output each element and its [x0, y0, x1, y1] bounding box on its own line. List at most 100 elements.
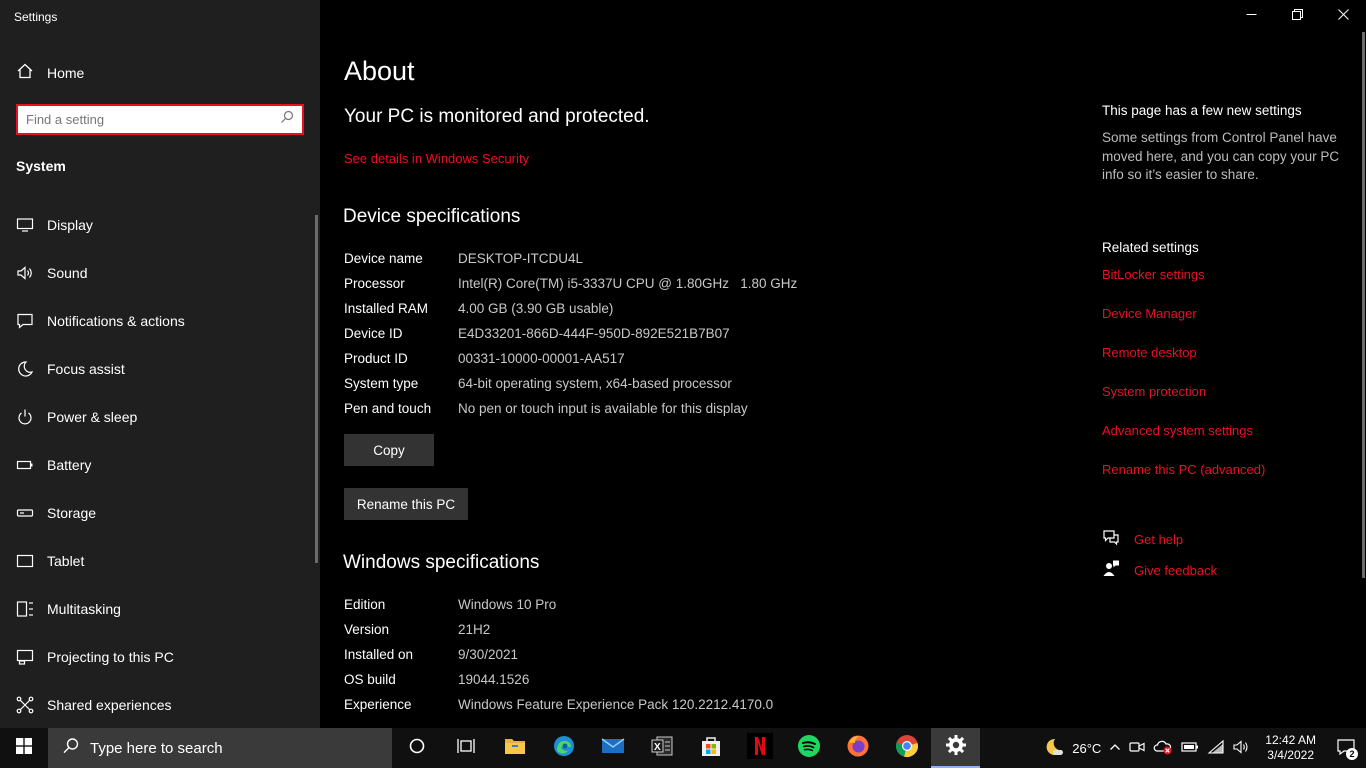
settings-search-box[interactable] — [16, 104, 304, 135]
sidebar-item-tablet[interactable]: Tablet — [0, 537, 314, 585]
sidebar-item-shared-experiences[interactable]: Shared experiences — [0, 681, 314, 729]
taskbar-search-box[interactable]: Type here to search — [48, 728, 392, 768]
sidebar-item-label: Tablet — [47, 553, 85, 569]
notification-count-badge: 2 — [1346, 748, 1358, 760]
taskbar-file-explorer[interactable] — [490, 728, 539, 768]
taskbar-mail[interactable] — [588, 728, 637, 768]
cortana-button[interactable] — [392, 728, 441, 768]
taskbar-settings[interactable] — [931, 728, 980, 768]
spec-row: Installed on 9/30/2021 — [344, 642, 773, 667]
spec-row: Experience Windows Feature Experience Pac… — [344, 692, 773, 717]
cortana-icon — [408, 737, 426, 760]
advanced-system-settings-link[interactable]: Advanced system settings — [1102, 421, 1265, 460]
clock-date: 3/4/2022 — [1267, 748, 1314, 762]
chevron-up-icon — [1109, 741, 1121, 756]
home-icon — [16, 62, 34, 85]
system-protection-link[interactable]: System protection — [1102, 382, 1265, 421]
firefox-icon — [846, 734, 870, 763]
get-help-row[interactable]: Get help — [1102, 528, 1183, 551]
action-center-button[interactable]: 2 — [1326, 728, 1366, 768]
sidebar-item-battery[interactable]: Battery — [0, 441, 314, 489]
clock[interactable]: 12:42 AM 3/4/2022 — [1255, 728, 1326, 768]
settings-search-input[interactable] — [26, 112, 280, 127]
sidebar-item-label: Multitasking — [47, 601, 121, 617]
device-manager-link[interactable]: Device Manager — [1102, 304, 1265, 343]
sidebar: Settings Home System Display Sound Notif… — [0, 0, 320, 728]
spec-value: 9/30/2021 — [458, 647, 519, 662]
taskbar-firefox[interactable] — [833, 728, 882, 768]
give-feedback-link[interactable]: Give feedback — [1134, 563, 1217, 578]
spec-row: Device ID E4D33201-866D-444F-950D-892E521… — [344, 321, 797, 346]
sidebar-item-label: Sound — [47, 265, 88, 281]
sidebar-item-notifications[interactable]: Notifications & actions — [0, 297, 314, 345]
taskbar-search-placeholder: Type here to search — [90, 739, 223, 757]
monitor-icon — [16, 216, 34, 234]
sidebar-item-sound[interactable]: Sound — [0, 249, 314, 297]
sidebar-nav: Display Sound Notifications & actions Fo… — [0, 201, 314, 729]
remote-desktop-link[interactable]: Remote desktop — [1102, 343, 1265, 382]
file-explorer-icon — [504, 736, 526, 761]
show-hidden-icons-button[interactable] — [1105, 728, 1125, 768]
camera-tray-button[interactable] — [1125, 728, 1149, 768]
storage-icon — [16, 504, 34, 522]
spec-value: 00331-10000-00001-AA517 — [458, 351, 625, 366]
spec-key: System type — [344, 376, 419, 391]
spec-row: Device name DESKTOP-ITCDU4L — [344, 246, 797, 271]
sidebar-item-projecting[interactable]: Projecting to this PC — [0, 633, 314, 681]
sidebar-item-power-sleep[interactable]: Power & sleep — [0, 393, 314, 441]
spec-value: DESKTOP-ITCDU4L — [458, 251, 584, 266]
page-title: About — [344, 56, 415, 86]
task-view-button[interactable] — [441, 728, 490, 768]
sidebar-item-label: Power & sleep — [47, 409, 138, 425]
rename-pc-button[interactable]: Rename this PC — [344, 488, 468, 520]
volume-tray-button[interactable] — [1229, 728, 1255, 768]
sidebar-item-storage[interactable]: Storage — [0, 489, 314, 537]
sidebar-item-label: Projecting to this PC — [47, 649, 174, 665]
system-tray: 26°C 12:42 AM 3/4/2022 2 — [1040, 728, 1366, 768]
spec-row: Edition Windows 10 Pro — [344, 592, 773, 617]
main-content: About Your PC is monitored and protected… — [320, 0, 1366, 728]
taskbar-chrome[interactable] — [882, 728, 931, 768]
start-button[interactable] — [0, 728, 48, 768]
new-settings-heading: This page has a few new settings — [1102, 103, 1302, 118]
minimize-icon — [1246, 7, 1257, 25]
onedrive-tray-button[interactable] — [1149, 728, 1177, 768]
content-scrollbar[interactable] — [1362, 32, 1365, 578]
spec-row: Installed RAM 4.00 GB (3.90 GB usable) — [344, 296, 797, 321]
minimize-button[interactable] — [1228, 0, 1274, 32]
network-tray-button[interactable] — [1203, 728, 1229, 768]
battery-tray-button[interactable] — [1177, 728, 1203, 768]
taskbar-microsoft-store[interactable] — [686, 728, 735, 768]
close-button[interactable] — [1320, 0, 1366, 32]
settings-icon — [945, 734, 967, 761]
feedback-icon — [1102, 559, 1120, 582]
home-label: Home — [47, 65, 85, 81]
sidebar-item-display[interactable]: Display — [0, 201, 314, 249]
section-heading-system: System — [16, 158, 66, 174]
get-help-link[interactable]: Get help — [1134, 532, 1183, 547]
taskbar-spotify[interactable] — [784, 728, 833, 768]
sidebar-scrollbar[interactable] — [315, 215, 318, 563]
rename-pc-advanced-link[interactable]: Rename this PC (advanced) — [1102, 460, 1265, 499]
battery-icon — [1181, 741, 1199, 756]
sidebar-item-label: Focus assist — [47, 361, 125, 377]
spec-value: No pen or touch input is available for t… — [458, 401, 748, 416]
sidebar-item-multitasking[interactable]: Multitasking — [0, 585, 314, 633]
battery-icon — [16, 456, 34, 474]
taskbar-excel[interactable]: X — [637, 728, 686, 768]
copy-button[interactable]: Copy — [344, 434, 434, 466]
taskbar-edge[interactable] — [539, 728, 588, 768]
give-feedback-row[interactable]: Give feedback — [1102, 559, 1217, 582]
window-controls — [1228, 0, 1366, 32]
spec-value: Windows Feature Experience Pack 120.2212… — [458, 697, 774, 712]
sidebar-item-label: Storage — [47, 505, 97, 521]
weather-widget[interactable]: 26°C — [1040, 728, 1105, 768]
windows-security-link[interactable]: See details in Windows Security — [344, 151, 529, 166]
spec-key: OS build — [344, 672, 396, 687]
bitlocker-settings-link[interactable]: BitLocker settings — [1102, 265, 1265, 304]
sidebar-item-focus-assist[interactable]: Focus assist — [0, 345, 314, 393]
home-nav-item[interactable]: Home — [16, 62, 84, 84]
restore-button[interactable] — [1274, 0, 1320, 32]
sidebar-item-label: Shared experiences — [47, 697, 172, 713]
taskbar-netflix[interactable] — [735, 728, 784, 768]
